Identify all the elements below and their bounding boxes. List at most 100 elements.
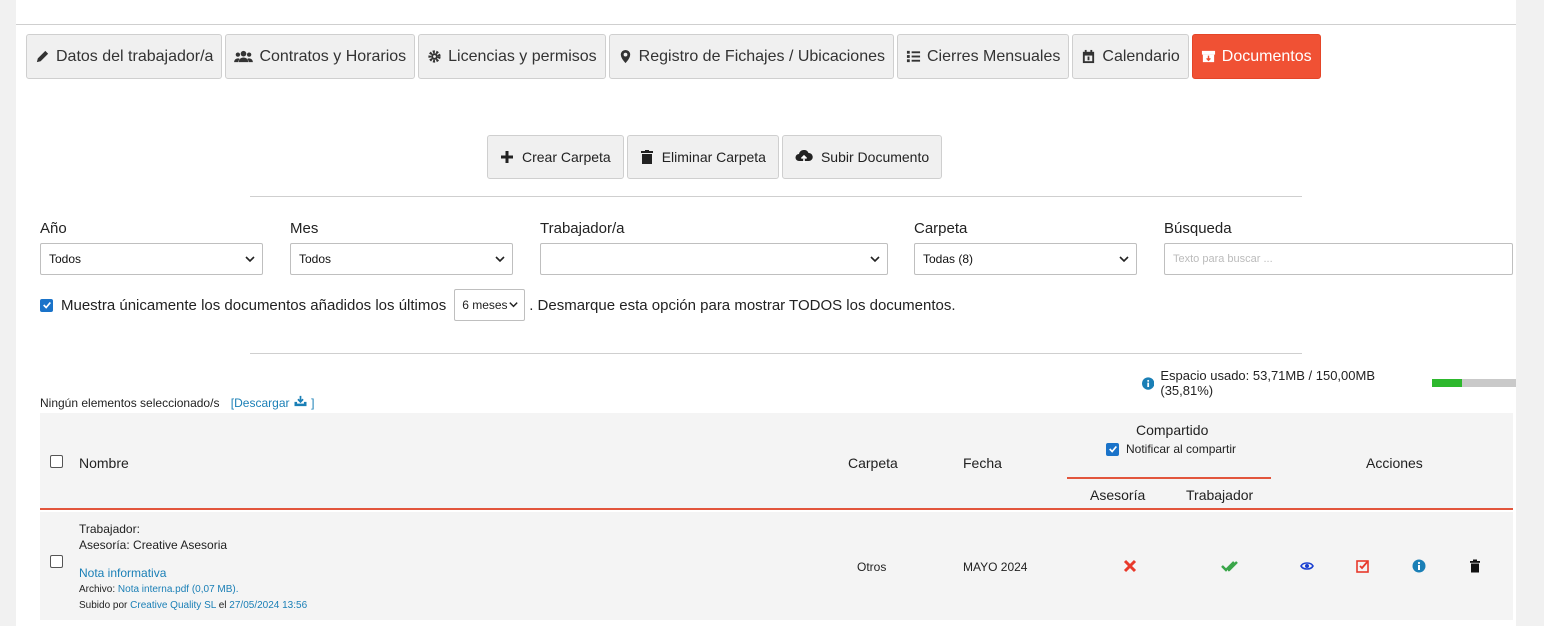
month-select[interactable]: Todos xyxy=(290,243,513,275)
close-icon[interactable] xyxy=(1123,559,1137,573)
year-select[interactable]: Todos xyxy=(40,243,263,275)
top-divider xyxy=(16,24,1516,25)
tab-calendario[interactable]: Calendario xyxy=(1072,34,1189,79)
chevron-down-icon xyxy=(1119,256,1129,263)
gear-icon xyxy=(428,50,441,63)
storage-text: Espacio usado: 53,71MB / 150,00MB (35,81… xyxy=(1160,368,1376,398)
info-icon[interactable] xyxy=(1412,559,1426,573)
file-link[interactable]: Nota interna.pdf (0,07 MB). xyxy=(118,584,239,595)
check-icon xyxy=(1108,445,1117,453)
year-label: Año xyxy=(40,220,67,237)
tab-documentos[interactable]: Documentos xyxy=(1191,34,1321,79)
chevron-down-icon xyxy=(870,256,880,263)
create-folder-label: Crear Carpeta xyxy=(522,149,611,165)
create-folder-button[interactable]: Crear Carpeta xyxy=(487,135,624,179)
tab-label: Calendario xyxy=(1102,47,1180,65)
month-value: Todos xyxy=(299,252,332,266)
download-icon xyxy=(294,395,307,407)
header-name: Nombre xyxy=(79,455,129,471)
worker-label: Trabajador/a xyxy=(540,220,625,237)
cloud-upload-icon xyxy=(795,150,813,163)
tab-label: Registro de Fichajes / Ubicaciones xyxy=(638,47,885,65)
uploaded-mid: el xyxy=(218,600,227,611)
map-pin-icon xyxy=(620,49,630,64)
folder-select[interactable]: Todas (8) xyxy=(914,243,1137,275)
select-all-checkbox[interactable] xyxy=(50,455,63,468)
worker-select[interactable] xyxy=(540,243,888,275)
row-worker-line: Trabajador: xyxy=(79,522,140,536)
double-check-icon[interactable] xyxy=(1221,559,1241,573)
download-link[interactable]: [Descargar ] xyxy=(230,395,315,410)
uploaded-date: 27/05/2024 13:56 xyxy=(229,600,308,611)
header-actions: Acciones xyxy=(1366,455,1423,471)
search-label: Búsqueda xyxy=(1164,220,1232,237)
recent-text-before: Muestra únicamente los documentos añadid… xyxy=(61,296,447,314)
tab-label: Datos del trabajador/a xyxy=(56,47,214,65)
documents-page: Datos del trabajador/a Contratos y Horar… xyxy=(16,0,1516,626)
archive-icon xyxy=(1201,50,1215,63)
header-date: Fecha xyxy=(963,455,1002,471)
recent-checkbox[interactable] xyxy=(40,298,53,312)
year-value: Todos xyxy=(49,252,82,266)
chevron-down-icon xyxy=(495,256,505,263)
header-advisory: Asesoría xyxy=(1090,487,1146,503)
tab-datos-trabajador[interactable]: Datos del trabajador/a xyxy=(26,34,223,79)
recent-text-after: . Desmarque esta opción para mostrar TOD… xyxy=(529,296,956,314)
tab-bar: Datos del trabajador/a Contratos y Horar… xyxy=(26,34,1321,79)
header-folder: Carpeta xyxy=(848,455,898,471)
recent-filter: Muestra únicamente los documentos añadid… xyxy=(40,289,956,321)
chevron-down-icon xyxy=(509,302,518,308)
edit-icon[interactable] xyxy=(1356,559,1370,573)
tab-licencias-permisos[interactable]: Licencias y permisos xyxy=(418,34,606,79)
calendar-icon xyxy=(1083,49,1095,64)
download-close: ] xyxy=(311,396,315,410)
row-folder: Otros xyxy=(857,560,887,574)
months-value: 6 meses xyxy=(462,298,508,312)
folder-label: Carpeta xyxy=(914,220,968,237)
row-date: MAYO 2024 xyxy=(963,560,1028,574)
pencil-icon xyxy=(36,50,49,63)
months-select[interactable]: 6 meses xyxy=(454,289,526,321)
divider xyxy=(250,353,1302,354)
folder-value: Todas (8) xyxy=(923,252,974,266)
tab-registro-fichajes[interactable]: Registro de Fichajes / Ubicaciones xyxy=(608,34,894,79)
trash-icon[interactable] xyxy=(1468,559,1482,573)
notify-label: Notificar al compartir xyxy=(1126,442,1237,456)
info-icon xyxy=(1142,376,1155,390)
documents-table-header: Nombre Carpeta Fecha Compartido Notifica… xyxy=(40,413,1513,510)
shared-divider xyxy=(1067,477,1271,479)
file-prefix: Archivo: xyxy=(79,584,116,595)
chevron-down-icon xyxy=(245,256,255,263)
eye-icon[interactable] xyxy=(1300,559,1314,573)
tab-label: Licencias y permisos xyxy=(448,47,597,65)
header-shared: Compartido xyxy=(1136,422,1209,438)
table-row: Trabajador: Asesoría: Creative Asesoria … xyxy=(40,512,1513,620)
row-checkbox[interactable] xyxy=(50,555,63,568)
divider xyxy=(250,196,1302,197)
notify-checkbox[interactable] xyxy=(1106,442,1119,456)
tab-contratos-horarios[interactable]: Contratos y Horarios xyxy=(225,34,416,79)
tab-label: Contratos y Horarios xyxy=(259,47,407,65)
selection-text: Ningún elementos seleccionado/s xyxy=(40,396,220,410)
download-label: [Descargar xyxy=(230,396,290,410)
storage-bar-fill xyxy=(1432,379,1463,387)
upload-document-label: Subir Documento xyxy=(820,149,930,165)
header-worker: Trabajador xyxy=(1186,487,1254,503)
document-title-link[interactable]: Nota informativa xyxy=(79,566,166,580)
storage-bar xyxy=(1432,379,1516,387)
tab-label: Documentos xyxy=(1221,47,1312,65)
tab-cierres-mensuales[interactable]: Cierres Mensuales xyxy=(897,34,1070,79)
list-icon xyxy=(906,50,921,63)
uploader-link[interactable]: Creative Quality SL xyxy=(130,600,216,611)
delete-folder-label: Eliminar Carpeta xyxy=(661,149,766,165)
selection-info: Ningún elementos seleccionado/s [Descarg… xyxy=(40,395,315,410)
uploaded-prefix: Subido por xyxy=(79,600,128,611)
row-uploaded-line: Subido por Creative Quality SL el 27/05/… xyxy=(79,600,307,611)
row-file-line: Archivo: Nota interna.pdf (0,07 MB). xyxy=(79,584,239,595)
row-advisory-line: Asesoría: Creative Asesoria xyxy=(79,538,228,552)
delete-folder-button[interactable]: Eliminar Carpeta xyxy=(626,135,779,179)
upload-document-button[interactable]: Subir Documento xyxy=(781,135,943,179)
users-icon xyxy=(234,50,254,63)
tab-label: Cierres Mensuales xyxy=(927,47,1061,65)
search-input[interactable]: Texto para buscar ... xyxy=(1164,243,1513,275)
